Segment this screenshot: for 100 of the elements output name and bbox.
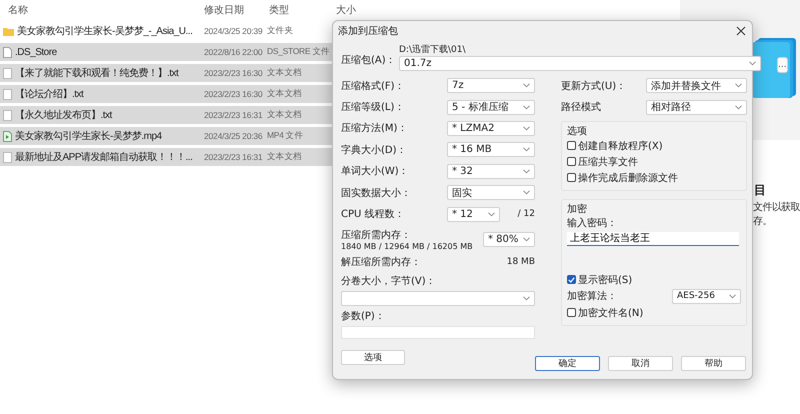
chevron-down-icon <box>488 212 495 217</box>
file-row[interactable]: 【永久地址发布页】.txt 2023/2/23 16:31 文本文档 <box>0 106 332 124</box>
file-type: 文本文档 <box>267 109 303 121</box>
chevron-down-icon <box>523 237 530 242</box>
file-row[interactable]: 最新地址及APP请发邮箱自动获取！！！... 2023/2/23 16:31 文本文档 <box>0 148 332 166</box>
dropdown[interactable]: * 32 <box>447 164 535 179</box>
group-title: 选项 <box>567 124 588 138</box>
file-type: MP4 文件 <box>267 130 304 142</box>
dropdown[interactable]: 相对路径 <box>646 100 747 115</box>
file-name: .DS_Store <box>15 46 57 58</box>
pane-text: 存。 <box>753 215 772 228</box>
dropdown[interactable]: 添加并替换文件 <box>646 78 747 94</box>
chevron-down-icon <box>729 294 736 299</box>
dropdown[interactable]: 7z <box>447 78 535 94</box>
dropdown[interactable]: * 12 <box>447 206 500 222</box>
field-label: CPU 线程数： <box>341 208 406 222</box>
field-label: 固实数据大小： <box>341 186 412 200</box>
chevron-down-icon <box>523 296 530 301</box>
document-icon <box>3 110 12 120</box>
column-header[interactable]: 修改日期 <box>204 3 269 17</box>
field-label: 压缩所需内存： <box>341 228 412 242</box>
group-title: 加密 <box>567 202 588 216</box>
field-label: 字典大小(D)： <box>341 144 408 157</box>
dropdown[interactable]: * LZMA2 <box>447 120 535 136</box>
column-header[interactable]: 名称 <box>8 3 204 17</box>
checkbox[interactable] <box>567 173 576 182</box>
file-icon <box>3 46 12 58</box>
file-type: 文件夹 <box>267 25 294 37</box>
modified-date: 2023/2/23 16:30 <box>204 89 264 99</box>
input-field[interactable] <box>341 326 535 339</box>
checkbox-label[interactable]: 压缩共享文件 <box>578 154 638 169</box>
file-name: 【来了就能下载和观看！纯免费！】.txt <box>15 66 178 80</box>
field-label: 压缩包(A)： <box>341 54 397 68</box>
chevron-down-icon <box>523 147 530 152</box>
folder-icon <box>752 36 796 100</box>
checkbox-label[interactable]: 创建自释放程序(X) <box>578 138 663 153</box>
column-header[interactable]: 类型 <box>269 3 336 17</box>
file-name: 【论坛介绍】.txt <box>15 88 84 101</box>
file-row[interactable]: 美女家教勾引学生家长-吴梦梦.mp4 2024/3/25 20:36 MP4 文件 <box>0 127 332 145</box>
pane-heading: 目 <box>754 182 766 199</box>
dropdown[interactable]: AES-256 <box>672 288 741 304</box>
chevron-down-icon <box>523 104 530 110</box>
chevron-down-icon <box>735 104 742 110</box>
chevron-down-icon <box>523 83 530 88</box>
file-row[interactable]: 美女家教勾引学生家长-吴梦梦_-_Asia_U... 2024/3/25 20:39 文件夹 <box>0 22 332 40</box>
memory-usage: 1840 MB / 12964 MB / 16205 MB <box>341 242 474 252</box>
modified-date: 2023/2/23 16:30 <box>204 68 264 78</box>
chevron-down-icon <box>523 190 530 196</box>
memory-value: 18 MB <box>506 256 535 267</box>
modified-date: 2024/3/25 20:36 <box>204 131 264 141</box>
file-name: 【永久地址发布页】.txt <box>15 108 112 122</box>
dropdown[interactable]: * 16 MB <box>447 142 535 158</box>
file-name: 美女家教勾引学生家长-吴梦梦_-_Asia_U... <box>17 24 192 38</box>
password-field[interactable]: 上老王论坛当老王 <box>567 232 739 246</box>
modified-date: 2023/2/23 16:31 <box>204 152 264 162</box>
field-label: 分卷大小，字节(V)： <box>341 274 437 288</box>
checkbox[interactable] <box>567 275 576 284</box>
file-row[interactable]: 【来了就能下载和观看！纯免费！】.txt 2023/2/23 16:30 文本文档 <box>0 64 332 82</box>
dropdown[interactable]: 01.7z <box>399 56 761 71</box>
file-row[interactable]: 【论坛介绍】.txt 2023/2/23 16:30 文本文档 <box>0 85 332 103</box>
column-header[interactable]: 大小 <box>336 3 376 17</box>
file-type: 文本文档 <box>267 88 303 100</box>
thread-count: / 12 <box>518 209 535 220</box>
checkbox[interactable] <box>567 157 576 166</box>
file-type: DS_STORE 文件 <box>267 46 331 58</box>
field-label: 压缩方法(M)： <box>341 122 408 136</box>
dialog-button[interactable]: 帮助 <box>681 356 746 371</box>
field-label: 压缩等级(L)： <box>341 100 406 114</box>
checkbox-label[interactable]: 显示密码(S) <box>578 272 632 287</box>
dialog-button[interactable]: 确定 <box>535 356 600 371</box>
chevron-down-icon <box>523 168 530 174</box>
field-label: 单词大小(W)： <box>341 164 410 178</box>
checkbox-label[interactable]: 操作完成后删除源文件 <box>578 170 678 185</box>
options-button[interactable]: 选项 <box>341 350 405 365</box>
archive-path: D:\迅雷下载\01\ <box>399 45 467 56</box>
checkbox[interactable] <box>567 308 576 318</box>
field-label: 压缩格式(F)： <box>341 80 406 93</box>
dropdown[interactable]: * 80% <box>483 232 535 248</box>
field-label: 输入密码： <box>567 216 618 230</box>
chevron-down-icon <box>735 83 742 88</box>
dropdown[interactable]: 5 - 标准压缩 <box>447 100 535 115</box>
file-name: 最新地址及APP请发邮箱自动获取！！！... <box>15 150 192 164</box>
modified-date: 2022/8/16 22:00 <box>204 47 264 57</box>
field-label: 更新方式(U)： <box>561 80 628 93</box>
close-icon[interactable] <box>736 26 746 36</box>
field-label: 路径模式 <box>561 100 602 114</box>
dialog-button[interactable]: 取消 <box>608 356 673 371</box>
chevron-down-icon <box>523 126 530 131</box>
field-label: 参数(P)： <box>341 310 386 323</box>
modified-date: 2023/2/23 16:31 <box>204 110 264 120</box>
browse-button[interactable]: ... <box>777 57 788 73</box>
dropdown[interactable]: 固实 <box>447 185 535 200</box>
modified-date: 2024/3/25 20:39 <box>204 26 264 36</box>
field-label: 解压缩所需内存： <box>341 256 421 269</box>
file-row[interactable]: .DS_Store 2022/8/16 22:00 DS_STORE 文件 <box>0 43 332 61</box>
file-type: 文本文档 <box>267 67 303 79</box>
checkbox-label[interactable]: 加密文件名(N) <box>578 306 644 320</box>
checkbox[interactable] <box>567 141 576 150</box>
document-icon <box>3 68 12 78</box>
chevron-down-icon <box>749 61 756 66</box>
